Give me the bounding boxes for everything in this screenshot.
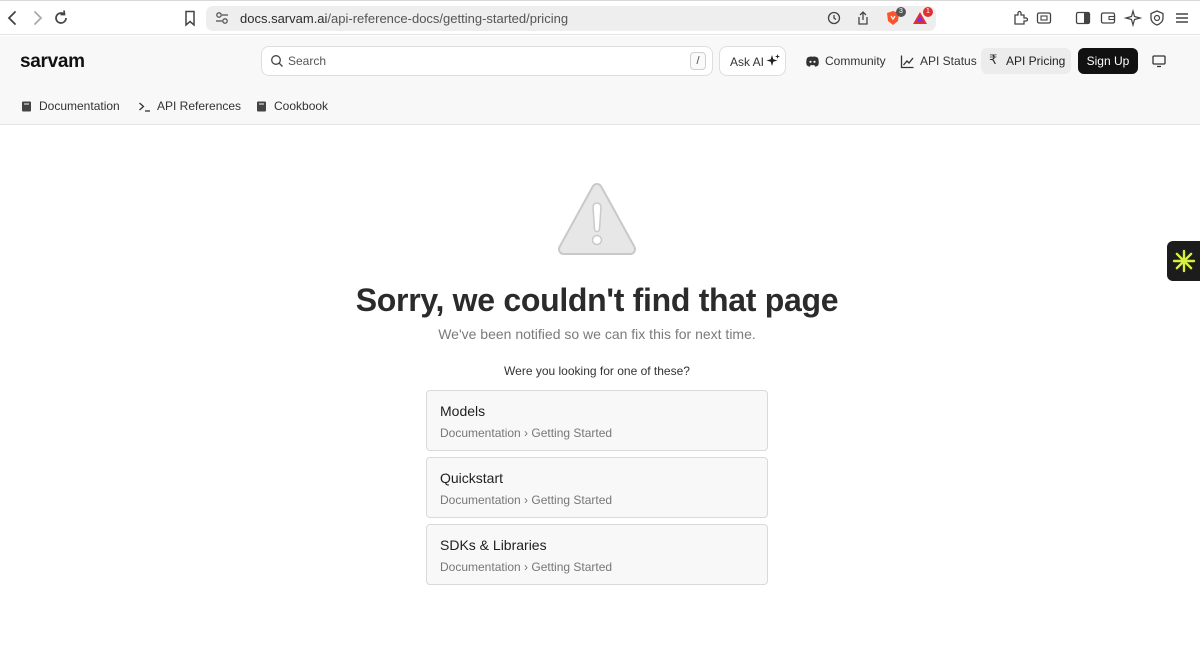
sidebar-toggle-icon[interactable] xyxy=(1074,9,1092,27)
suggestion-card-sdks-libraries[interactable]: SDKs & Libraries Documentation › Getting… xyxy=(426,524,768,585)
site-header: sarvam Search / Ask AI Community API Sta… xyxy=(0,36,1200,125)
forward-icon[interactable] xyxy=(28,9,46,27)
discord-icon xyxy=(806,56,819,67)
ask-ai-button[interactable]: Ask AI xyxy=(719,46,786,76)
api-pricing-button[interactable]: ₹ API Pricing xyxy=(981,48,1071,74)
suggestion-card-models[interactable]: Models Documentation › Getting Started xyxy=(426,390,768,451)
tab-documentation[interactable]: Documentation xyxy=(20,96,120,116)
alert-count-badge: 1 xyxy=(923,7,933,17)
suggestion-breadcrumb: Documentation › Getting Started xyxy=(440,560,613,574)
search-shortcut-key: / xyxy=(690,52,706,70)
community-link[interactable]: Community xyxy=(805,50,886,72)
feedback-widget[interactable] xyxy=(1167,241,1200,281)
suggestion-card-quickstart[interactable]: Quickstart Documentation › Getting Start… xyxy=(426,457,768,518)
rupee-icon: ₹ xyxy=(989,52,998,67)
search-input[interactable]: Search / xyxy=(261,46,713,76)
tab-documentation-label: Documentation xyxy=(39,99,120,113)
ask-ai-label: Ask AI xyxy=(730,55,765,69)
page-title: Sorry, we couldn't find that page xyxy=(355,282,839,318)
theme-monitor-icon[interactable] xyxy=(1151,53,1167,69)
book-icon xyxy=(22,101,31,111)
screenshot-icon[interactable] xyxy=(1035,9,1053,27)
leo-ai-icon[interactable] xyxy=(1124,9,1142,27)
suggestion-title: SDKs & Libraries xyxy=(440,537,547,553)
book-icon xyxy=(257,101,266,111)
url-text[interactable]: docs.sarvam.ai/api-reference-docs/gettin… xyxy=(240,11,568,26)
extensions-icon[interactable] xyxy=(1011,9,1029,27)
api-status-link[interactable]: API Status xyxy=(900,50,977,72)
terminal-icon xyxy=(139,102,150,112)
suggestion-breadcrumb: Documentation › Getting Started xyxy=(440,426,613,440)
wallet-icon[interactable] xyxy=(1099,9,1117,27)
api-status-label: API Status xyxy=(920,54,977,68)
bookmark-icon[interactable] xyxy=(181,9,199,27)
tab-api-references[interactable]: API References xyxy=(138,96,241,116)
warning-icon xyxy=(556,181,638,257)
suggestion-breadcrumb: Documentation › Getting Started xyxy=(440,493,613,507)
suggestions-prompt: Were you looking for one of these? xyxy=(504,364,690,378)
search-icon xyxy=(270,54,284,68)
chart-line-icon xyxy=(900,55,914,68)
browser-toolbar: docs.sarvam.ai/api-reference-docs/gettin… xyxy=(0,0,1200,35)
url-path: /api-reference-docs/getting-started/pric… xyxy=(327,11,569,26)
community-label: Community xyxy=(825,54,886,68)
brave-rewards-icon[interactable]: 1 xyxy=(912,7,933,26)
url-domain: docs.sarvam.ai xyxy=(240,11,328,26)
search-placeholder: Search xyxy=(288,54,327,68)
page-subtitle: We've been notified so we can fix this f… xyxy=(438,326,756,342)
share-icon[interactable] xyxy=(855,10,871,26)
brave-shield-icon[interactable]: 3 xyxy=(885,7,906,26)
asterisk-icon xyxy=(1172,249,1195,273)
vpn-icon[interactable] xyxy=(1148,9,1166,27)
tab-api-references-label: API References xyxy=(157,99,242,113)
back-icon[interactable] xyxy=(4,9,22,27)
reload-icon[interactable] xyxy=(52,9,70,27)
menu-icon[interactable] xyxy=(1173,9,1191,27)
tab-cookbook[interactable]: Cookbook xyxy=(255,96,328,116)
tab-cookbook-label: Cookbook xyxy=(274,99,329,113)
address-bar[interactable]: docs.sarvam.ai/api-reference-docs/gettin… xyxy=(206,6,936,31)
history-icon[interactable] xyxy=(826,10,842,26)
sarvam-logo[interactable]: sarvam xyxy=(20,51,85,73)
suggestion-title: Models xyxy=(440,403,486,419)
sparkle-icon xyxy=(765,53,781,69)
api-pricing-label: API Pricing xyxy=(1006,54,1066,68)
sign-up-button[interactable]: Sign Up xyxy=(1078,48,1138,74)
suggestion-title: Quickstart xyxy=(440,470,504,486)
site-settings-icon[interactable] xyxy=(214,10,230,26)
shield-count-badge: 3 xyxy=(896,7,906,17)
